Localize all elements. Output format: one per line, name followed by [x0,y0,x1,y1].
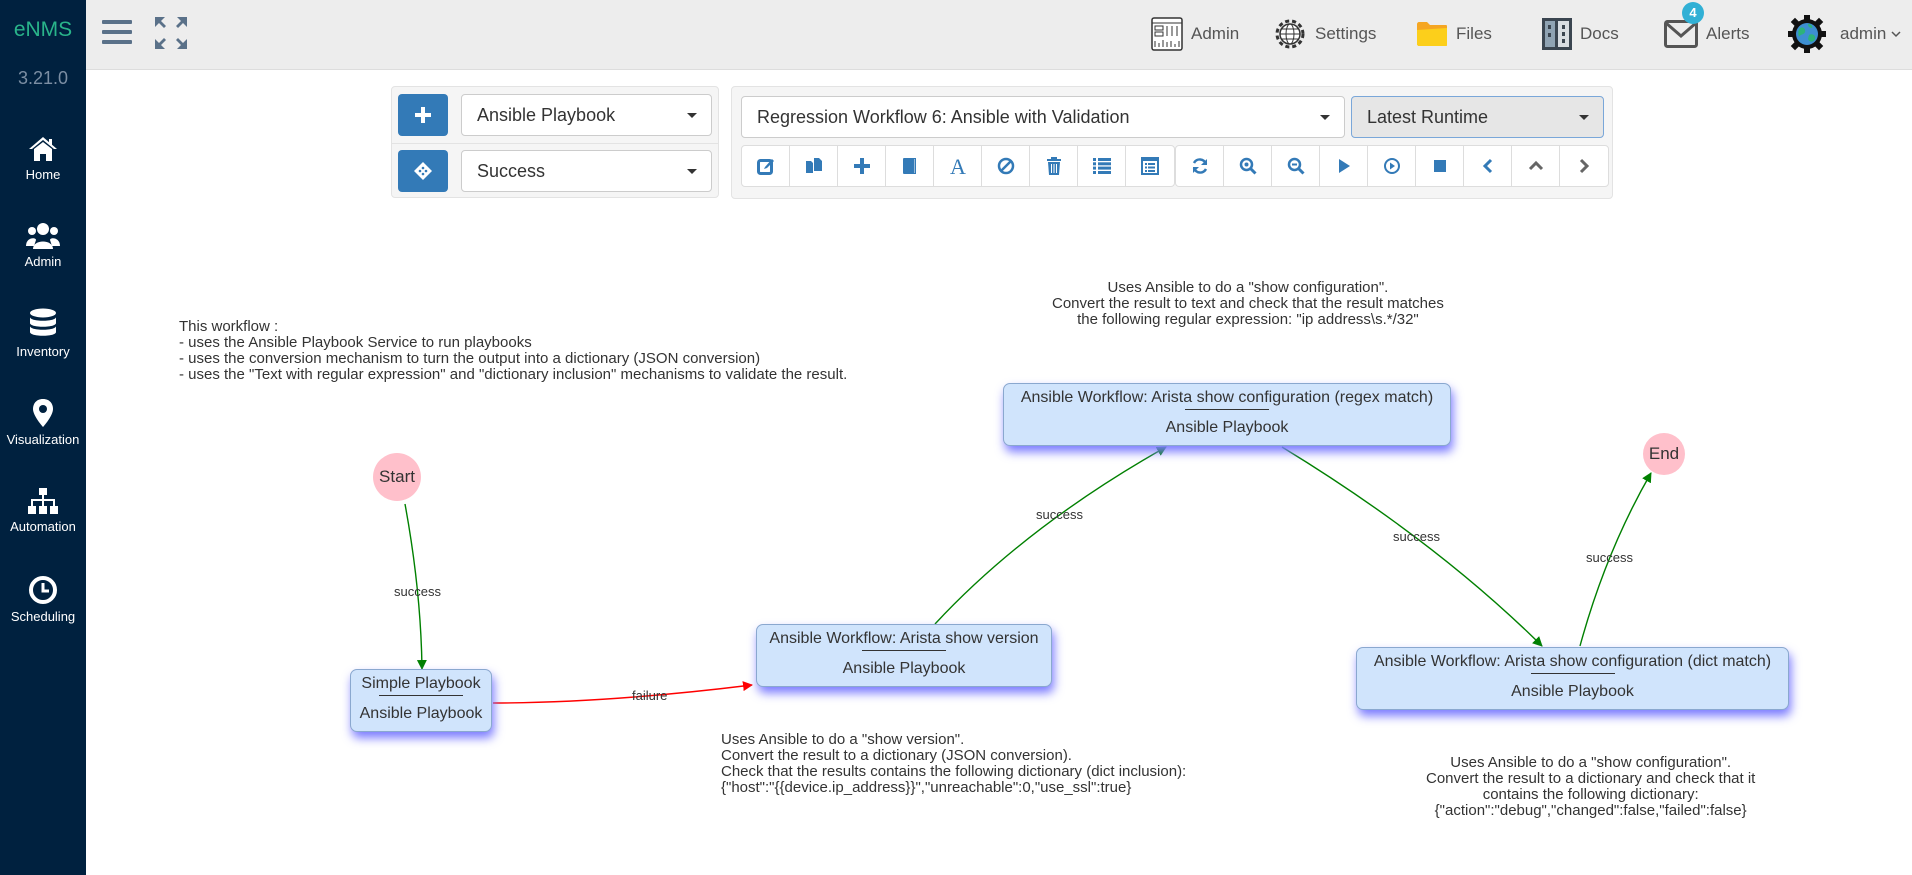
sidebar-item-label: Automation [10,519,76,534]
users-icon [26,223,60,249]
node-type: Ansible Playbook [842,660,966,677]
database-icon [30,308,56,336]
workflow-node-simple-playbook[interactable]: Simple Playbook Ansible Playbook [350,669,492,732]
node-name: Simple Playbook [361,675,481,692]
version-node-note: Uses Ansible to do a "show version". Con… [721,731,1187,796]
files-button[interactable]: Files [1416,14,1492,54]
settings-gear-icon [1275,19,1305,49]
edge-label-success[interactable]: success [394,584,441,599]
app-version: 3.21.0 [17,68,69,88]
docs-label: Docs [1580,24,1619,43]
sidebar-item-home[interactable]: Home [0,135,86,182]
sidebar-item-label: Inventory [16,344,70,359]
menu-toggle-button[interactable] [102,18,132,51]
sidebar-item-automation[interactable]: Automation [0,487,86,534]
docs-button[interactable]: Docs [1542,14,1619,54]
edge-label-success[interactable]: success [1393,529,1440,544]
chevron-down-icon [1891,31,1901,38]
sidebar: eNMS 3.21.0 Home Admin Inventory Visuali… [0,0,86,875]
user-globe-icon [1788,15,1826,53]
end-node[interactable]: End [1643,433,1685,475]
fullscreen-button[interactable] [154,16,188,55]
top-navbar: Admin Settings Files Docs Alerts 4 admin [86,0,1912,70]
user-menu-label: admin [1840,24,1887,43]
files-label: Files [1456,24,1492,43]
sidebar-item-scheduling[interactable]: Scheduling [0,575,86,624]
sidebar-item-label: Admin [24,254,62,269]
start-node[interactable]: Start [373,453,421,501]
sitemap-icon [28,488,58,514]
workflow-node-regex-match[interactable]: Ansible Workflow: Arista show configurat… [1003,383,1451,446]
clock-icon [29,576,57,604]
edge-label-success[interactable]: success [1586,550,1633,565]
workflow-node-dict-match[interactable]: Ansible Workflow: Arista show configurat… [1356,647,1789,710]
edge-version-to-regex[interactable] [934,446,1167,625]
sidebar-item-label: Scheduling [10,609,76,624]
admin-panel-button[interactable]: Admin [1151,14,1239,54]
docs-icon [1542,18,1572,50]
sidebar-item-label: Visualization [6,432,80,447]
node-name: Ansible Workflow: Arista show configurat… [1020,389,1434,406]
sidebar-item-admin[interactable]: Admin [0,222,86,269]
sidebar-item-inventory[interactable]: Inventory [0,308,86,359]
alerts-count-badge: 4 [1682,2,1704,24]
sidebar-item-label: Home [25,167,61,182]
sidebar-item-visualization[interactable]: Visualization [0,398,86,447]
edge-label-success[interactable]: success [1036,507,1083,522]
expand-icon [155,17,187,49]
hamburger-icon [102,20,132,44]
home-icon [29,137,57,161]
alerts-button[interactable]: Alerts 4 [1664,2,1750,54]
node-type: Ansible Playbook [359,705,483,722]
admin-panel-label: Admin [1191,24,1240,43]
alerts-label: Alerts [1706,24,1750,43]
dict-node-note: Uses Ansible to do a "show configuration… [1426,754,1756,819]
folder-icon [1417,22,1447,46]
node-name: Ansible Workflow: Arista show configurat… [1373,653,1772,670]
node-type: Ansible Playbook [1165,419,1289,436]
workflow-description-label: This workflow : - uses the Ansible Playb… [179,318,848,383]
admin-panel-icon [1151,17,1183,51]
node-name: Ansible Workflow: Arista show version [769,630,1039,647]
edge-regex-to-dict[interactable] [1281,446,1543,647]
regex-node-note: Uses Ansible to do a "show configuration… [1052,279,1444,328]
map-marker-icon [33,399,53,427]
workflow-canvas[interactable]: This workflow : - uses the Ansible Playb… [86,71,1912,875]
user-menu-button[interactable]: admin [1788,14,1902,54]
edge-simple-to-version[interactable] [492,681,753,704]
brand-logo[interactable]: eNMS [0,18,86,42]
workflow-node-show-version[interactable]: Ansible Workflow: Arista show version An… [756,624,1052,687]
envelope-icon [1664,20,1698,48]
settings-button[interactable]: Settings [1273,14,1376,54]
edge-label-failure[interactable]: failure [632,688,667,703]
node-type: Ansible Playbook [1511,683,1634,700]
settings-label: Settings [1315,24,1377,43]
